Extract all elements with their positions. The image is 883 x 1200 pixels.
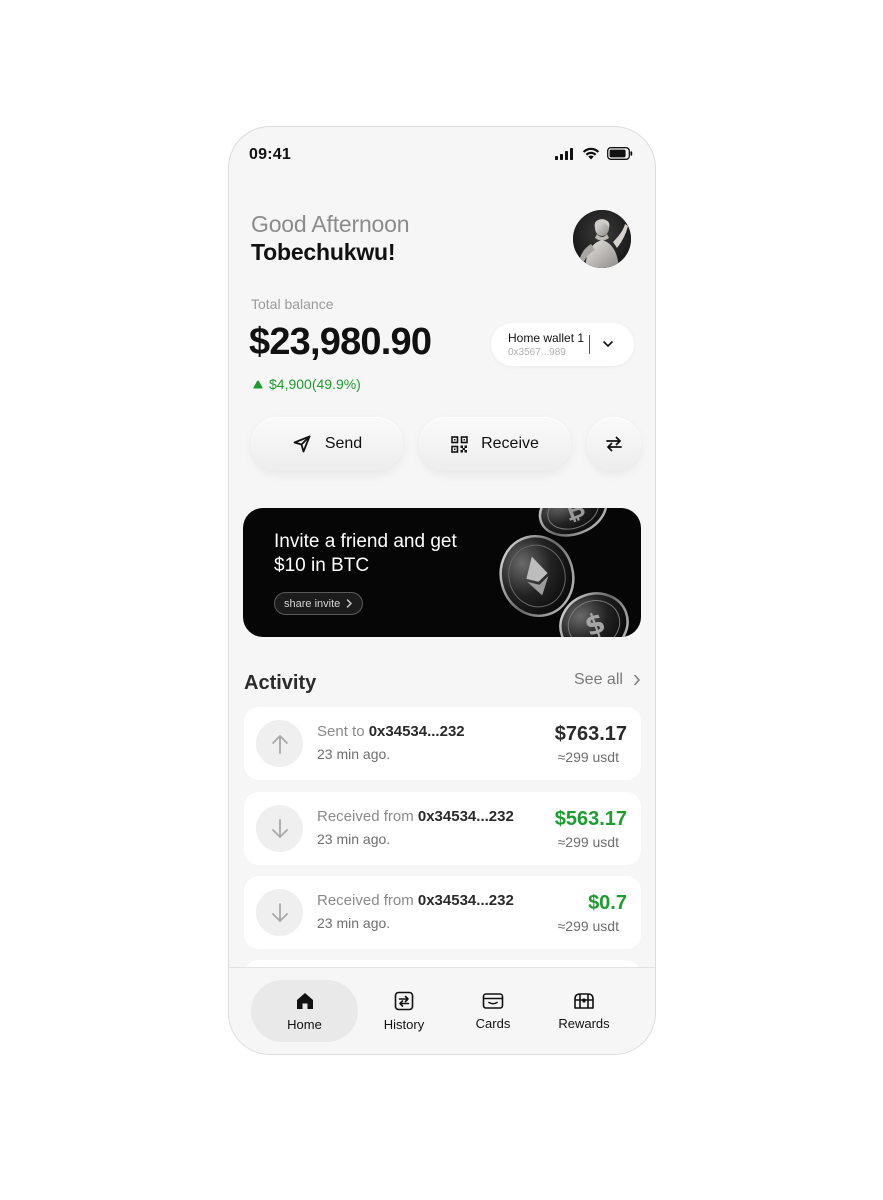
swap-arrows-icon — [606, 436, 622, 452]
see-all-label: See all — [574, 671, 623, 688]
see-all-link[interactable]: See all — [574, 671, 641, 689]
user-name: Tobechukwu! — [251, 239, 396, 265]
balance-amount: $23,980.90 — [249, 321, 432, 363]
receive-button[interactable]: Receive — [419, 417, 571, 471]
wallet-selector[interactable]: Home wallet 1 0x3567...989 — [491, 323, 634, 366]
transaction-amount: $0.7 — [588, 892, 627, 914]
wallet-name: Home wallet 1 — [508, 331, 585, 345]
transaction-amount: $763.17 — [554, 723, 627, 745]
activity-title: Activity — [244, 672, 317, 694]
swap-button[interactable] — [587, 417, 641, 471]
tab-home-label: Home — [287, 1016, 322, 1032]
wallet-card-icon — [482, 992, 504, 1009]
transaction-row[interactable]: Received from 0x34534...232 23 min ago. … — [244, 876, 641, 949]
signal-icon — [555, 147, 573, 160]
home-icon — [296, 992, 313, 1009]
transaction-row[interactable]: Received from 0x34534...232 23 min ago. … — [244, 792, 641, 865]
wallet-divider — [589, 335, 590, 354]
balance-label: Total balance — [251, 296, 334, 312]
treasure-chest-icon — [574, 992, 594, 1009]
transaction-description: Received from 0x34534...232 — [317, 808, 514, 825]
history-swap-icon — [394, 991, 414, 1010]
transaction-usdt: ≈299 usdt — [557, 749, 619, 765]
balance-change-text: $4,900(49.9%) — [269, 376, 361, 392]
invite-banner[interactable]: Invite a friend and get $10 in BTC share… — [243, 508, 641, 637]
receive-label: Receive — [481, 435, 539, 452]
status-icons — [555, 147, 633, 160]
balance-change: $4,900(49.9%) — [253, 376, 361, 392]
up-triangle-icon — [253, 380, 263, 388]
send-icon — [293, 435, 311, 453]
send-button[interactable]: Send — [251, 417, 403, 471]
transaction-amount: $563.17 — [554, 808, 627, 830]
statue-avatar-image — [573, 210, 631, 268]
share-invite-button[interactable]: share invite — [274, 592, 364, 615]
chevron-right-icon — [634, 674, 640, 686]
chevron-down-icon[interactable] — [601, 337, 615, 351]
chevron-right-icon — [347, 599, 352, 608]
crypto-coins-illustration: ₿ $ — [499, 508, 629, 637]
wifi-icon — [582, 147, 600, 160]
avatar[interactable] — [573, 210, 631, 268]
tab-cards-label: Cards — [475, 1015, 511, 1031]
tab-cards[interactable]: Cards — [463, 980, 523, 1042]
transaction-row[interactable]: Sent to 0x34534...232 23 min ago. $763.1… — [244, 707, 641, 780]
transaction-usdt: ≈299 usdt — [557, 918, 619, 934]
received-arrow-down-icon — [256, 889, 303, 936]
tab-history-label: History — [383, 1016, 425, 1032]
transaction-time: 23 min ago. — [317, 831, 391, 847]
send-label: Send — [324, 435, 363, 452]
wallet-address: 0x3567...989 — [508, 347, 566, 358]
qr-code-icon — [451, 435, 468, 453]
bottom-tab-bar: Home History Cards Rewards — [229, 967, 655, 1054]
transaction-usdt: ≈299 usdt — [557, 834, 619, 850]
transaction-time: 23 min ago. — [317, 746, 391, 762]
sent-arrow-up-icon — [256, 720, 303, 767]
share-invite-label: share invite — [284, 597, 341, 610]
tab-rewards[interactable]: Rewards — [549, 980, 619, 1042]
phone-frame: 09:41 Good Afternoon Tobechukwu! Total b… — [228, 126, 656, 1055]
battery-icon — [607, 147, 633, 160]
tab-home[interactable]: Home — [251, 980, 358, 1042]
greeting-text: Good Afternoon — [251, 211, 410, 237]
received-arrow-down-icon — [256, 805, 303, 852]
tab-rewards-label: Rewards — [558, 1015, 610, 1031]
status-time: 09:41 — [249, 146, 291, 163]
transaction-description: Received from 0x34534...232 — [317, 892, 514, 909]
banner-title: Invite a friend and get $10 in BTC — [274, 531, 457, 576]
tab-history[interactable]: History — [374, 980, 434, 1042]
transaction-description: Sent to 0x34534...232 — [317, 723, 465, 740]
transaction-time: 23 min ago. — [317, 915, 391, 931]
